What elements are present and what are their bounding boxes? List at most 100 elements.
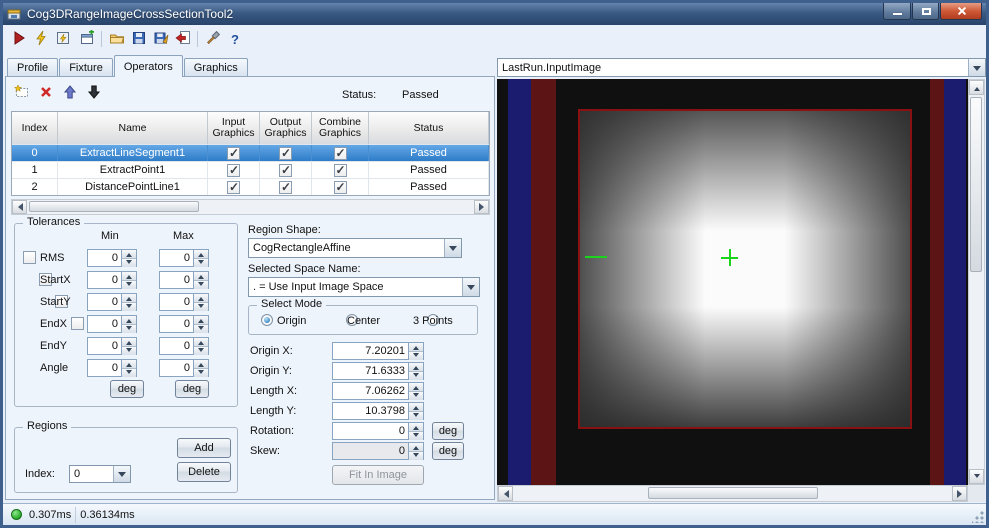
origin-x-input[interactable]: 7.20201 <box>332 342 409 360</box>
spinner[interactable] <box>122 359 137 377</box>
save-as-button[interactable] <box>151 29 171 49</box>
tab-fixture[interactable]: Fixture <box>59 58 113 77</box>
rms-max-input[interactable]: 0 <box>159 249 194 267</box>
combine-graphics-checkbox[interactable] <box>333 146 347 160</box>
viewer-vertical-scrollbar[interactable] <box>968 79 985 485</box>
input-graphics-checkbox[interactable] <box>227 163 240 177</box>
table-horizontal-scrollbar[interactable] <box>11 199 490 215</box>
spinner[interactable] <box>194 249 209 267</box>
spinner[interactable] <box>409 362 424 380</box>
column-header-input-graphics[interactable]: Input Graphics <box>208 112 260 144</box>
add-region-button[interactable]: Add <box>177 438 231 458</box>
rms-min-input[interactable]: 0 <box>87 249 122 267</box>
scrollbar-thumb[interactable] <box>648 487 818 499</box>
minimize-button[interactable] <box>883 3 911 20</box>
image-canvas[interactable] <box>497 79 968 485</box>
viewer-horizontal-scrollbar[interactable] <box>497 485 968 502</box>
scroll-left-button[interactable] <box>498 486 513 501</box>
column-header-index[interactable]: Index <box>12 112 58 144</box>
maximize-button[interactable] <box>912 3 939 20</box>
origin-y-input[interactable]: 71.6333 <box>332 362 409 380</box>
run-button[interactable] <box>9 29 29 49</box>
endx-min-input[interactable]: 0 <box>87 315 122 333</box>
scrollbar-thumb[interactable] <box>970 97 982 272</box>
spinner[interactable] <box>409 382 424 400</box>
fit-in-image-button[interactable]: Fit In Image <box>332 465 424 485</box>
angle-max-input[interactable]: 0 <box>159 359 194 377</box>
output-graphics-checkbox[interactable] <box>279 180 292 194</box>
column-header-name[interactable]: Name <box>58 112 208 144</box>
endy-max-input[interactable]: 0 <box>159 337 194 355</box>
table-row[interactable]: 1 ExtractPoint1 Passed <box>12 161 489 178</box>
live-run-button[interactable] <box>53 29 73 49</box>
skew-deg-button[interactable]: deg <box>432 442 464 460</box>
length-y-input[interactable]: 10.3798 <box>332 402 409 420</box>
selected-space-combobox[interactable]: . = Use Input Image Space <box>248 277 480 297</box>
title-bar[interactable]: Cog3DRangeImageCrossSectionTool2 <box>3 3 986 25</box>
spinner[interactable] <box>122 337 137 355</box>
starty-max-input[interactable]: 0 <box>159 293 194 311</box>
rotation-input[interactable]: 0 <box>332 422 409 440</box>
delete-region-button[interactable]: Delete <box>177 462 231 482</box>
input-graphics-checkbox[interactable] <box>227 180 240 194</box>
tab-operators[interactable]: Operators <box>113 55 183 77</box>
rms-checkbox[interactable] <box>23 251 36 264</box>
length-x-input[interactable]: 7.06262 <box>332 382 409 400</box>
angle-min-input[interactable]: 0 <box>87 359 122 377</box>
endx-checkbox[interactable] <box>71 317 85 330</box>
scroll-left-button[interactable] <box>12 200 27 214</box>
spinner[interactable] <box>122 249 137 267</box>
display-source-combobox[interactable]: LastRun.InputImage <box>497 58 986 77</box>
add-operator-button[interactable] <box>12 83 32 103</box>
spinner[interactable] <box>122 293 137 311</box>
endx-max-input[interactable]: 0 <box>159 315 194 333</box>
startx-max-input[interactable]: 0 <box>159 271 194 289</box>
scroll-down-button[interactable] <box>969 469 984 484</box>
scroll-right-button[interactable] <box>474 200 489 214</box>
help-button[interactable]: ? <box>225 29 245 49</box>
delete-operator-button[interactable] <box>36 83 56 103</box>
starty-min-input[interactable]: 0 <box>87 293 122 311</box>
column-header-status[interactable]: Status <box>369 112 489 144</box>
tools-button[interactable] <box>203 29 223 49</box>
endy-min-input[interactable]: 0 <box>87 337 122 355</box>
column-header-combine-graphics[interactable]: Combine Graphics <box>312 112 369 144</box>
import-button[interactable] <box>173 29 193 49</box>
move-down-button[interactable] <box>84 83 104 103</box>
spinner[interactable] <box>122 271 137 289</box>
dropdown-arrow-icon[interactable] <box>444 239 461 257</box>
tab-graphics[interactable]: Graphics <box>183 58 248 77</box>
region-shape-combobox[interactable]: CogRectangleAffine <box>248 238 462 258</box>
move-up-button[interactable] <box>60 83 80 103</box>
spinner[interactable] <box>409 422 424 440</box>
green-marker-line[interactable] <box>585 256 607 258</box>
resize-grip[interactable] <box>972 511 984 523</box>
spinner[interactable] <box>194 337 209 355</box>
scroll-right-button[interactable] <box>952 486 967 501</box>
tab-profile[interactable]: Profile <box>7 58 59 77</box>
spinner[interactable] <box>409 342 424 360</box>
output-graphics-checkbox[interactable] <box>279 146 292 160</box>
startx-min-input[interactable]: 0 <box>87 271 122 289</box>
spinner[interactable] <box>194 315 209 333</box>
spinner[interactable] <box>194 293 209 311</box>
table-row[interactable]: 2 DistancePointLine1 Passed <box>12 178 489 195</box>
dropdown-arrow-icon[interactable] <box>113 466 130 482</box>
dropdown-arrow-icon[interactable] <box>462 278 479 296</box>
region-index-combobox[interactable]: 0 <box>69 465 131 483</box>
combine-graphics-checkbox[interactable] <box>333 163 347 177</box>
combine-graphics-checkbox[interactable] <box>333 180 347 194</box>
scroll-up-button[interactable] <box>969 80 984 95</box>
new-tool-button[interactable] <box>77 28 97 49</box>
spinner[interactable] <box>194 359 209 377</box>
run-once-button[interactable] <box>31 29 51 49</box>
scrollbar-thumb[interactable] <box>29 201 199 212</box>
spinner[interactable] <box>122 315 137 333</box>
max-deg-button[interactable]: deg <box>175 380 209 398</box>
origin-radio[interactable] <box>261 314 273 326</box>
spinner[interactable] <box>409 402 424 420</box>
input-graphics-checkbox[interactable] <box>227 146 240 160</box>
spinner[interactable] <box>194 271 209 289</box>
open-button[interactable] <box>107 29 127 49</box>
close-button[interactable] <box>940 3 982 20</box>
